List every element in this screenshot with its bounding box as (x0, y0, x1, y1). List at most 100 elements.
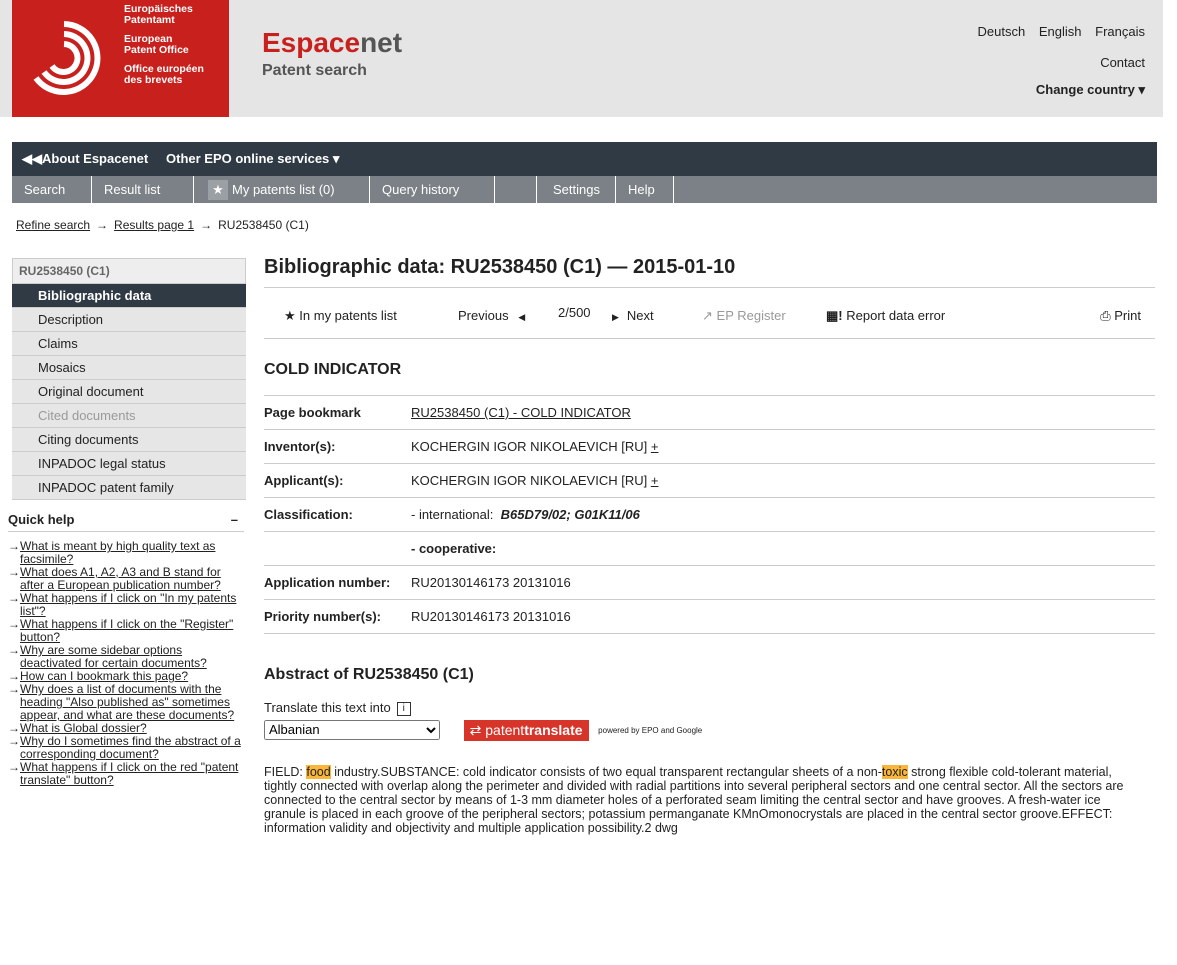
brand-title: Espacenet (262, 28, 402, 58)
tab-result-list[interactable]: Result list (92, 176, 194, 203)
triangle-right-icon: ▶ (612, 312, 619, 322)
patent-translate-suffix: translate (524, 722, 583, 739)
quick-help-link[interactable]: What does A1, A2, A3 and B stand for aft… (20, 565, 221, 592)
row-value: RU20130146173 20131016 (411, 575, 571, 590)
sidebar-header: RU2538450 (C1) (12, 258, 246, 284)
brand-prefix: Espace (262, 27, 361, 58)
star-icon: ★ (284, 308, 296, 323)
list-item: What happens if I click on the "Register… (8, 618, 244, 644)
row-value: KOCHERGIN IGOR NIKOLAEVICH [RU] + (411, 464, 1155, 498)
collapse-icon[interactable]: – (231, 512, 238, 527)
sidebar-item-claims[interactable]: Claims (12, 332, 246, 356)
tab-my-patents[interactable]: ★ My patents list (0) (194, 176, 370, 203)
language-select[interactable]: Albanian (264, 719, 440, 740)
breadcrumb-current: RU2538450 (C1) (218, 218, 309, 232)
inventor-value: KOCHERGIN IGOR NIKOLAEVICH [RU] (411, 439, 648, 454)
row-label: Applicant(s): (264, 473, 344, 488)
intl-classification-value[interactable]: B65D79/02; G01K11/06 (501, 507, 640, 522)
row-value: - cooperative: (411, 532, 1155, 566)
quick-help-link[interactable]: Why does a list of documents with the he… (20, 682, 234, 722)
contact-link[interactable]: Contact (1100, 55, 1145, 70)
translate-section: Translate this text into i Albanian ⇄ pat… (264, 700, 1155, 742)
lang-english[interactable]: English (1039, 24, 1082, 39)
breadcrumb-results-page[interactable]: Results page 1 (114, 218, 194, 232)
swap-icon: ⇄ (469, 722, 482, 739)
change-country-button[interactable]: Change country ▾ (1036, 82, 1145, 98)
epo-logo[interactable]: Europäisches Patentamt European Patent Off… (12, 0, 229, 117)
expand-inventors-button[interactable]: + (651, 439, 659, 454)
quick-help-link[interactable]: What happens if I click on the red "pate… (20, 760, 238, 787)
about-espacenet-link[interactable]: About Espacenet (42, 151, 148, 166)
sidebar-item-description[interactable]: Description (12, 308, 246, 332)
arrow-right-icon: → (200, 218, 213, 232)
row-label (264, 532, 411, 566)
page-bookmark-link[interactable]: RU2538450 (C1) - COLD INDICATOR (411, 405, 631, 420)
printer-icon: ⎙ (1100, 308, 1111, 323)
tab-help[interactable]: Help (616, 176, 674, 203)
print-button[interactable]: ⎙ Print (1100, 308, 1141, 324)
in-my-patents-label: In my patents list (299, 308, 397, 323)
sidebar-item-original-document[interactable]: Original document (12, 380, 246, 404)
brand-suffix: net (360, 27, 403, 58)
arrow-up-right-icon: ↗ (702, 308, 713, 323)
quick-help-link[interactable]: Why do I sometimes find the abstract of … (20, 734, 241, 761)
list-item: Why are some sidebar options deactivated… (8, 644, 244, 670)
top-nav: ◀◀ About Espacenet Other EPO online serv… (12, 142, 1157, 176)
sidebar-item-citing-documents[interactable]: Citing documents (12, 428, 246, 452)
coop-label: - cooperative: (411, 541, 497, 556)
ep-register-button[interactable]: ↗ EP Register (702, 308, 786, 324)
document-title: COLD INDICATOR (264, 361, 1155, 396)
abstract-text: FIELD: food industry.SUBSTANCE: cold ind… (264, 765, 1144, 835)
arrow-right-icon: → (96, 218, 109, 232)
chevron-down-icon: ▾ (1138, 82, 1145, 97)
list-item: Why does a list of documents with the he… (8, 683, 244, 722)
list-item: What does A1, A2, A3 and B stand for aft… (8, 566, 244, 592)
tab-query-history[interactable]: Query history (370, 176, 495, 203)
row-label: Classification: (264, 507, 353, 522)
quick-help-link[interactable]: How can I bookmark this page? (20, 669, 188, 683)
row-label: Application number: (264, 575, 391, 590)
lang-deutsch[interactable]: Deutsch (978, 24, 1026, 39)
in-my-patents-button[interactable]: ★ In my patents list (284, 308, 397, 324)
tab-blank[interactable] (495, 176, 537, 203)
breadcrumb-refine-search[interactable]: Refine search (16, 218, 90, 232)
quick-help-link[interactable]: What is meant by high quality text as fa… (20, 539, 215, 566)
sidebar-item-inpadoc-legal-status[interactable]: INPADOC legal status (12, 452, 246, 476)
sidebar-item-mosaics[interactable]: Mosaics (12, 356, 246, 380)
row-value: - international: B65D79/02; G01K11/06 (411, 498, 1155, 532)
sub-nav: Search Result list ★ My patents list (0) … (12, 176, 1157, 203)
next-button[interactable]: ▶ Next (612, 308, 654, 323)
row-value: RU20130146173 20131016 (411, 609, 571, 624)
report-error-button[interactable]: ▦! Report data error (826, 308, 945, 324)
table-row: Application number: RU20130146173 2013101… (264, 566, 1155, 600)
next-label: Next (626, 308, 654, 323)
table-row: - cooperative: (264, 532, 1155, 566)
chevron-down-icon: ▾ (332, 151, 340, 166)
document-toolbar: ★ In my patents list Previous ◀ 2/500 ▶ N… (264, 288, 1155, 339)
quick-help-link[interactable]: What is Global dossier? (20, 721, 147, 735)
quick-help-link[interactable]: What happens if I click on the "Register… (20, 617, 233, 644)
sidebar-item-bibliographic-data[interactable]: Bibliographic data (12, 284, 246, 308)
sidebar-item-inpadoc-patent-family[interactable]: INPADOC patent family (12, 476, 246, 500)
brand[interactable]: Espacenet Patent search (262, 28, 402, 80)
abstract-part: industry.SUBSTANCE: cold indicator consi… (330, 765, 882, 780)
table-row: Inventor(s): KOCHERGIN IGOR NIKOLAEVICH [… (264, 430, 1155, 464)
info-icon[interactable]: i (396, 701, 411, 716)
tab-search[interactable]: Search (12, 176, 92, 203)
patent-translate-button[interactable]: ⇄ patenttranslate (463, 720, 589, 742)
quick-help-list: What is meant by high quality text as fa… (8, 540, 244, 787)
tab-settings[interactable]: Settings (537, 176, 616, 203)
table-row: Page bookmark RU2538450 (C1) - COLD INDIC… (264, 396, 1155, 430)
previous-button[interactable]: Previous ◀ (458, 308, 525, 323)
expand-applicants-button[interactable]: + (651, 473, 659, 488)
powered-by-text: powered by EPO and Google (598, 726, 703, 736)
main-content: Bibliographic data: RU2538450 (C1) — 201… (264, 250, 1155, 835)
language-switcher: Deutsch English Français (968, 24, 1145, 39)
logo-line: Patent Office (124, 44, 189, 56)
brand-subtitle: Patent search (262, 62, 367, 79)
quick-help-link[interactable]: What happens if I click on "In my patent… (20, 591, 236, 618)
quick-help-link[interactable]: Why are some sidebar options deactivated… (20, 643, 207, 670)
quick-help-header: Quick help – (8, 512, 244, 532)
other-services-menu[interactable]: Other EPO online services ▾ (166, 151, 339, 167)
lang-francais[interactable]: Français (1095, 24, 1145, 39)
